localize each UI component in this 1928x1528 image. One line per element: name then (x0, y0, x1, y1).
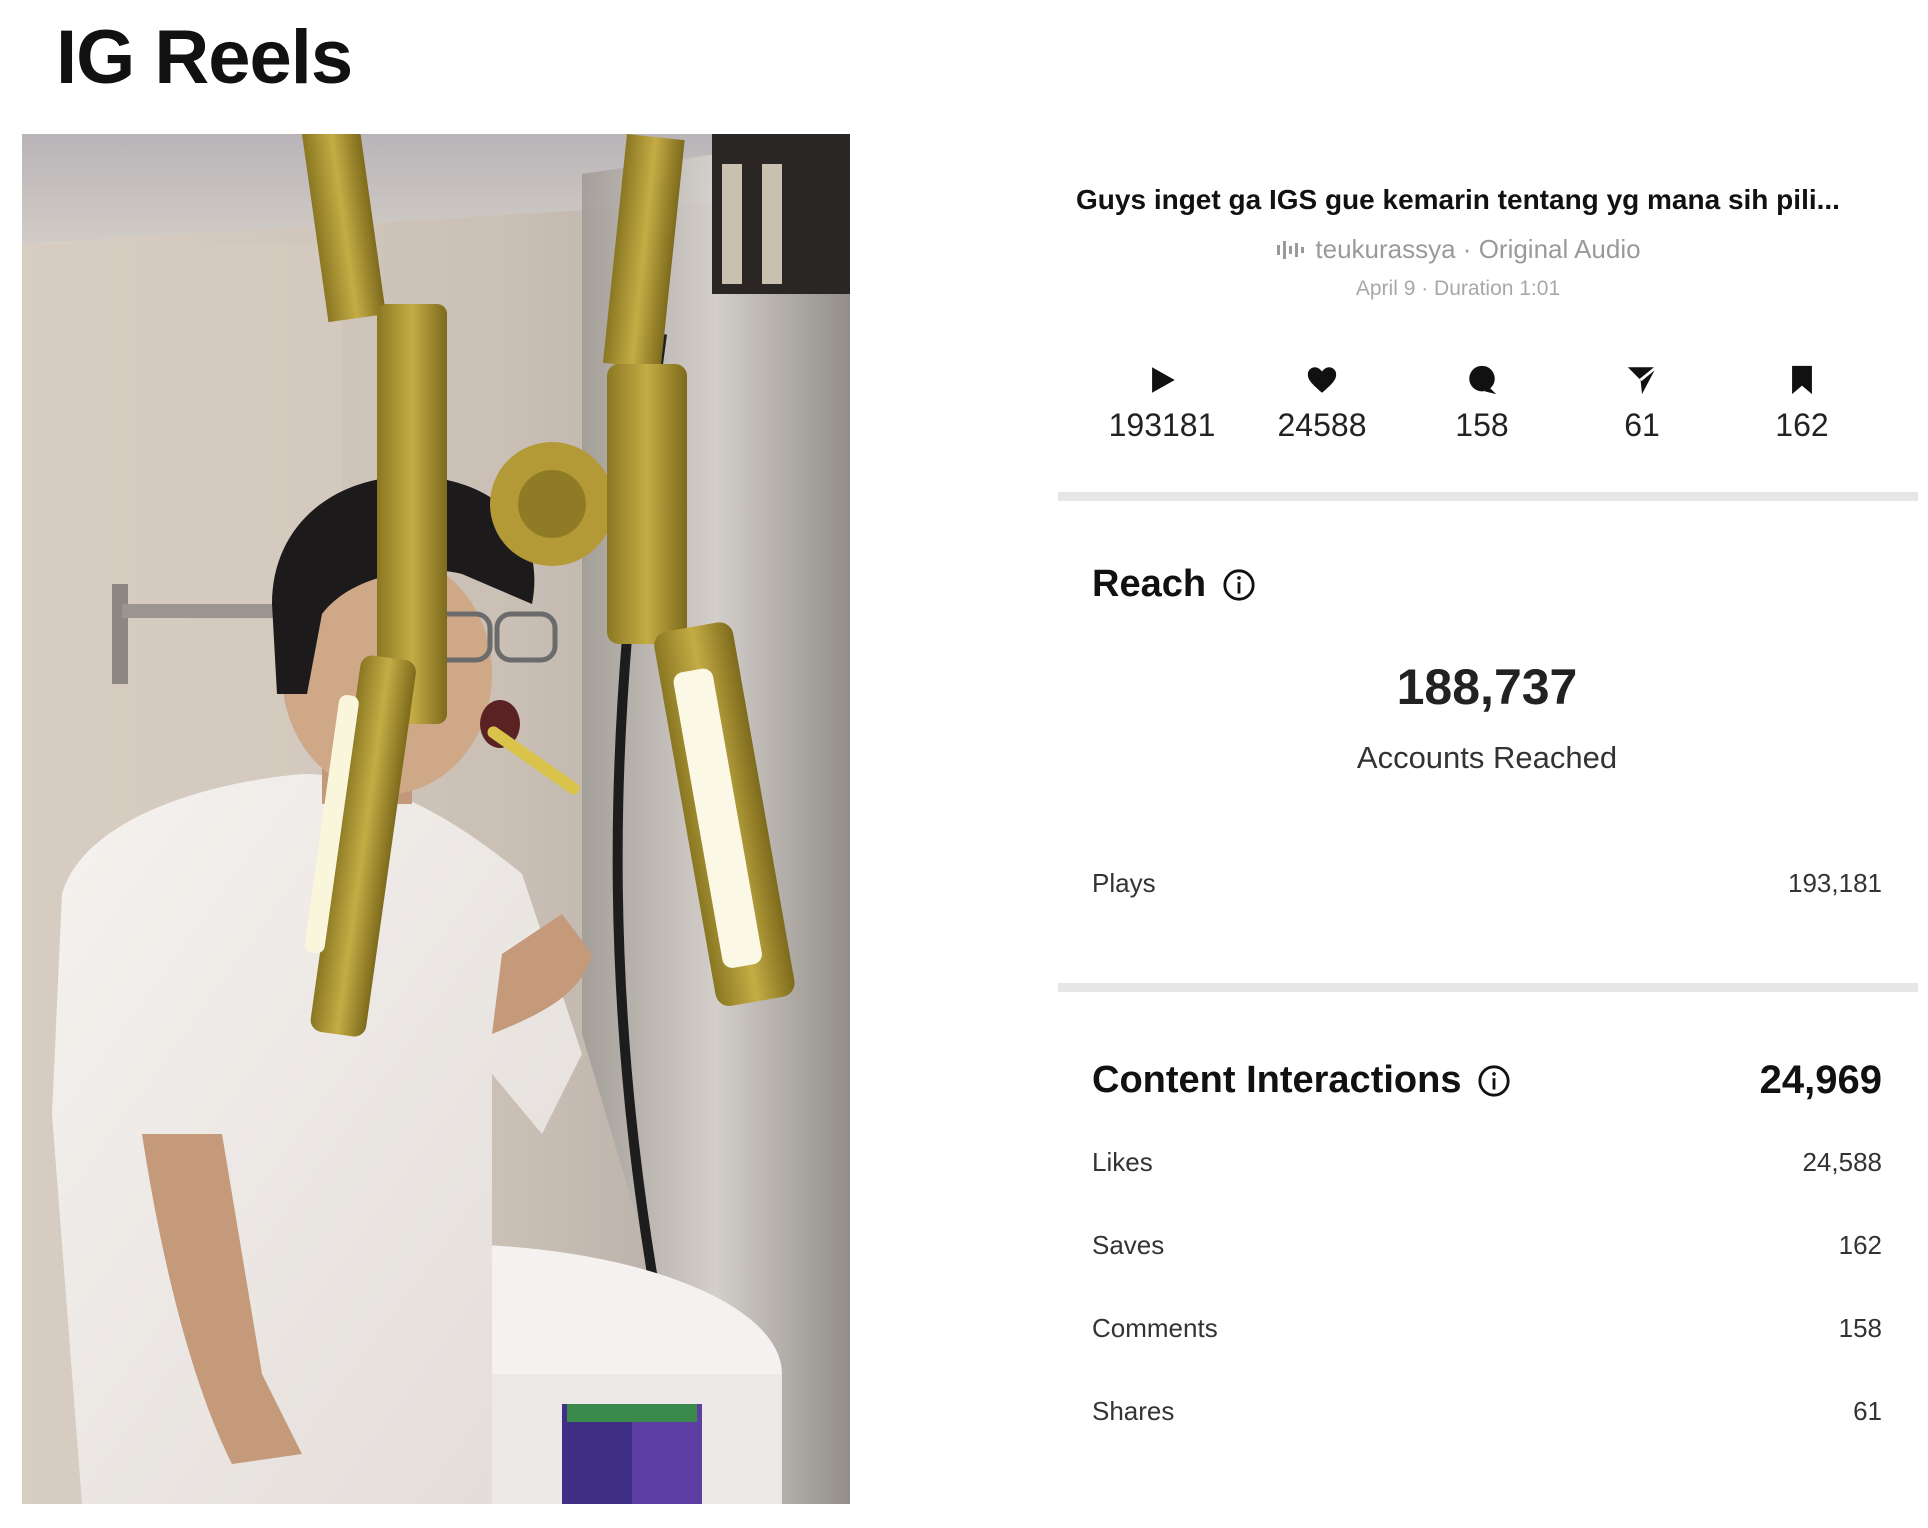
shares-label: Shares (1092, 1396, 1175, 1426)
reach-title: Reach (1092, 563, 1207, 605)
likes-row: Likes 24,588 (1092, 1147, 1882, 1178)
stat-shares[interactable]: 61 (1582, 363, 1702, 444)
comments-value: 158 (1838, 1313, 1882, 1343)
reel-caption[interactable]: Guys inget ga IGS gue kemarin tentang yg… (1058, 184, 1858, 216)
likes-label: Likes (1092, 1147, 1153, 1177)
content-interactions-list: Likes 24,588 Saves 162 Comments 158 Shar… (1092, 1147, 1882, 1427)
reach-section: Reach 188,737 Accounts Reached Plays 193… (1058, 501, 1916, 899)
plays-value: 193,181 (1788, 868, 1882, 898)
saves-row: Saves 162 (1092, 1230, 1882, 1261)
saves-value: 162 (1838, 1230, 1882, 1260)
play-icon (1152, 367, 1175, 393)
stat-plays-value: 193181 (1108, 407, 1216, 443)
stat-saves[interactable]: 162 (1742, 363, 1862, 444)
reel-thumbnail[interactable] (22, 134, 850, 1504)
shares-row: Shares 61 (1092, 1396, 1882, 1427)
heart-icon (1307, 367, 1337, 393)
content-interactions-title: Content Interactions (1092, 1059, 1462, 1101)
stat-saves-value: 162 (1775, 407, 1829, 443)
stat-likes-value: 24588 (1277, 407, 1367, 443)
likes-value: 24,588 (1802, 1147, 1882, 1177)
content-interactions-header: Content Interactions 24,969 (1092, 1058, 1882, 1103)
plays-label: Plays (1092, 868, 1156, 898)
reel-header: Guys inget ga IGS gue kemarin tentang yg… (1058, 184, 1858, 301)
reel-thumbnail-image (22, 134, 850, 1504)
content-interactions-heading: Content Interactions (1092, 1059, 1511, 1102)
stat-plays[interactable]: 193181 (1102, 363, 1222, 444)
stat-comments-value: 158 (1455, 407, 1509, 443)
saves-label: Saves (1092, 1230, 1165, 1260)
plays-row: Plays 193,181 (1092, 868, 1882, 899)
comments-label: Comments (1092, 1313, 1218, 1343)
comments-row: Comments 158 (1092, 1313, 1882, 1344)
share-icon (1627, 366, 1658, 395)
insights-panel: Guys inget ga IGS gue kemarin tentang yg… (1058, 140, 1918, 1427)
comment-icon (1469, 365, 1497, 395)
audio-wave-icon (1277, 240, 1305, 259)
stat-comments[interactable]: 158 (1422, 363, 1542, 444)
reel-audio-label: teukurassya · Original Audio (1315, 234, 1641, 264)
stat-likes[interactable]: 24588 (1262, 363, 1382, 444)
accounts-reached-value: 188,737 (1396, 659, 1578, 715)
reel-meta: April 9 · Duration 1:01 (1355, 277, 1561, 300)
section-divider (1058, 492, 1918, 501)
bookmark-icon (1792, 365, 1812, 395)
reach-heading: Reach (1092, 563, 1882, 606)
content-interactions-total: 24,969 (1759, 1058, 1882, 1102)
info-icon[interactable] (1477, 1064, 1511, 1098)
reel-audio[interactable]: teukurassya · Original Audio (1058, 234, 1858, 265)
page-title: IG Reels (56, 15, 353, 100)
info-icon[interactable] (1222, 568, 1256, 602)
accounts-reached-label: Accounts Reached (1356, 740, 1618, 775)
section-divider (1058, 983, 1918, 992)
stat-shares-value: 61 (1624, 407, 1660, 443)
content-interactions-section: Content Interactions 24,969 Likes 24,588… (1058, 992, 1916, 1427)
stats-bar: 193181 24588 158 61 162 (1102, 363, 1862, 444)
shares-value: 61 (1853, 1396, 1882, 1426)
